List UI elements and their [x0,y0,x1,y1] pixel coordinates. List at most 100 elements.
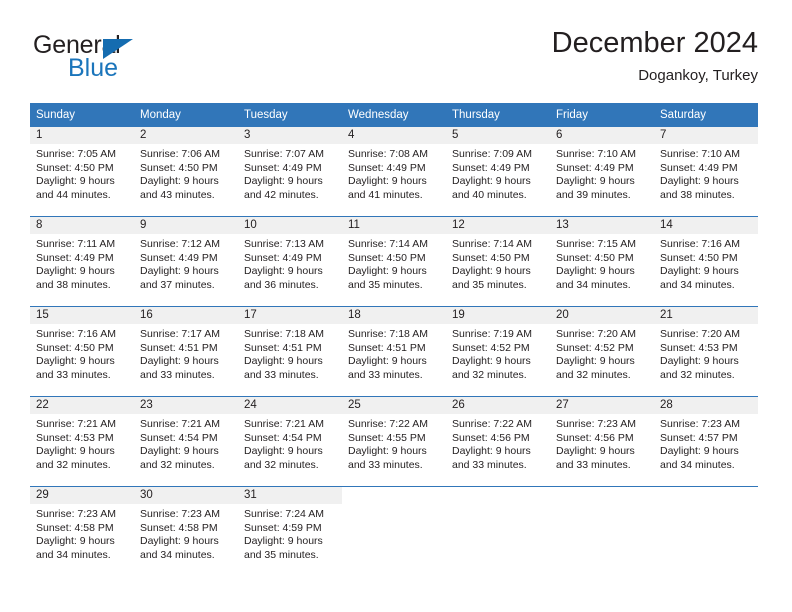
daylight-duration-line2: and 41 minutes. [348,188,423,201]
day-cell-content: 7 Sunrise: 7:10 AM Sunset: 4:49 PM Daylight… [654,127,758,216]
day-sun-info: Sunrise: 7:21 AM Sunset: 4:54 PM Daylight:… [134,414,238,472]
daylight-duration-line1: Daylight: 9 hours [556,175,635,188]
day-number: 21 [654,307,758,324]
calendar-day-cell[interactable]: 12 Sunrise: 7:14 AM Sunset: 4:50 PM Dayligh… [446,216,550,307]
day-number: 17 [238,307,342,324]
sunrise-time: Sunrise: 7:13 AM [244,238,324,250]
calendar-day-cell[interactable]: 2 Sunrise: 7:06 AM Sunset: 4:50 PM Daylight… [134,127,238,217]
weekday-header-sunday: Sunday [30,103,134,127]
day-sun-info: Sunrise: 7:22 AM Sunset: 4:56 PM Daylight:… [446,414,550,472]
calendar-page: General Blue December 2024 Dogankoy, Tur… [0,0,792,612]
calendar-day-cell[interactable]: 23 Sunrise: 7:21 AM Sunset: 4:54 PM Dayligh… [134,396,238,487]
sunset-time: Sunset: 4:53 PM [36,431,114,444]
day-sun-info: Sunrise: 7:07 AM Sunset: 4:49 PM Daylight:… [238,144,342,202]
daylight-duration-line2: and 33 minutes. [36,368,111,381]
sunset-time: Sunset: 4:49 PM [36,251,114,264]
general-blue-logo[interactable]: General Blue [33,32,213,90]
calendar-day-cell[interactable]: 7 Sunrise: 7:10 AM Sunset: 4:49 PM Daylight… [654,127,758,217]
sunset-time: Sunset: 4:50 PM [452,251,530,264]
day-number: 9 [134,217,238,234]
calendar-day-cell[interactable]: 17 Sunrise: 7:18 AM Sunset: 4:51 PM Dayligh… [238,306,342,397]
calendar-day-cell[interactable]: 15 Sunrise: 7:16 AM Sunset: 4:50 PM Dayligh… [30,306,134,397]
day-cell-content: 24 Sunrise: 7:21 AM Sunset: 4:54 PM Dayligh… [238,397,342,486]
calendar-day-cell[interactable]: 1 Sunrise: 7:05 AM Sunset: 4:50 PM Daylight… [30,127,134,217]
calendar-day-cell [446,486,550,576]
sunset-time: Sunset: 4:50 PM [140,161,218,174]
calendar-day-cell[interactable]: 25 Sunrise: 7:22 AM Sunset: 4:55 PM Dayligh… [342,396,446,487]
day-sun-info: Sunrise: 7:14 AM Sunset: 4:50 PM Daylight:… [446,234,550,292]
calendar-day-cell[interactable]: 10 Sunrise: 7:13 AM Sunset: 4:49 PM Dayligh… [238,216,342,307]
day-cell-content: 4 Sunrise: 7:08 AM Sunset: 4:49 PM Daylight… [342,127,446,216]
daylight-duration-line1: Daylight: 9 hours [36,445,115,458]
calendar-day-cell[interactable]: 29 Sunrise: 7:23 AM Sunset: 4:58 PM Dayligh… [30,486,134,576]
calendar-day-cell[interactable]: 13 Sunrise: 7:15 AM Sunset: 4:50 PM Dayligh… [550,216,654,307]
day-sun-info: Sunrise: 7:22 AM Sunset: 4:55 PM Daylight:… [342,414,446,472]
calendar-day-cell[interactable]: 3 Sunrise: 7:07 AM Sunset: 4:49 PM Daylight… [238,127,342,217]
day-cell-content: 21 Sunrise: 7:20 AM Sunset: 4:53 PM Dayligh… [654,307,758,396]
day-number: 25 [342,397,446,414]
calendar-day-cell[interactable]: 6 Sunrise: 7:10 AM Sunset: 4:49 PM Daylight… [550,127,654,217]
daylight-duration-line2: and 33 minutes. [348,458,423,471]
calendar-week-row: 8 Sunrise: 7:11 AM Sunset: 4:49 PM Daylight… [30,216,758,307]
calendar-day-cell[interactable]: 31 Sunrise: 7:24 AM Sunset: 4:59 PM Dayligh… [238,486,342,576]
day-number: 3 [238,127,342,144]
daylight-duration-line2: and 33 minutes. [556,458,631,471]
sunset-time: Sunset: 4:49 PM [244,251,322,264]
calendar-day-cell [342,486,446,576]
daylight-duration-line2: and 38 minutes. [660,188,735,201]
calendar-day-cell[interactable]: 9 Sunrise: 7:12 AM Sunset: 4:49 PM Daylight… [134,216,238,307]
day-number: 18 [342,307,446,324]
day-number: 28 [654,397,758,414]
sunset-time: Sunset: 4:56 PM [452,431,530,444]
day-sun-info: Sunrise: 7:24 AM Sunset: 4:59 PM Daylight:… [238,504,342,562]
daylight-duration-line1: Daylight: 9 hours [36,355,115,368]
calendar-day-cell[interactable]: 28 Sunrise: 7:23 AM Sunset: 4:57 PM Dayligh… [654,396,758,487]
calendar-day-cell[interactable]: 26 Sunrise: 7:22 AM Sunset: 4:56 PM Dayligh… [446,396,550,487]
weekday-header-wednesday: Wednesday [342,103,446,127]
daylight-duration-line1: Daylight: 9 hours [140,175,219,188]
day-cell-content: 16 Sunrise: 7:17 AM Sunset: 4:51 PM Dayligh… [134,307,238,396]
sunset-time: Sunset: 4:53 PM [660,341,738,354]
calendar-day-cell[interactable]: 22 Sunrise: 7:21 AM Sunset: 4:53 PM Dayligh… [30,396,134,487]
sunrise-time: Sunrise: 7:12 AM [140,238,220,250]
day-cell-content: 15 Sunrise: 7:16 AM Sunset: 4:50 PM Dayligh… [30,307,134,396]
day-sun-info: Sunrise: 7:17 AM Sunset: 4:51 PM Daylight:… [134,324,238,382]
calendar-day-cell[interactable]: 30 Sunrise: 7:23 AM Sunset: 4:58 PM Dayligh… [134,486,238,576]
daylight-duration-line2: and 32 minutes. [660,368,735,381]
daylight-duration-line2: and 33 minutes. [348,368,423,381]
calendar-day-cell[interactable]: 21 Sunrise: 7:20 AM Sunset: 4:53 PM Dayligh… [654,306,758,397]
day-sun-info: Sunrise: 7:08 AM Sunset: 4:49 PM Daylight:… [342,144,446,202]
calendar-day-cell[interactable]: 16 Sunrise: 7:17 AM Sunset: 4:51 PM Dayligh… [134,306,238,397]
day-number: 15 [30,307,134,324]
calendar-day-cell[interactable]: 20 Sunrise: 7:20 AM Sunset: 4:52 PM Dayligh… [550,306,654,397]
sunrise-time: Sunrise: 7:11 AM [36,238,116,250]
calendar-body: 1 Sunrise: 7:05 AM Sunset: 4:50 PM Daylight… [30,127,758,576]
calendar-day-cell[interactable]: 5 Sunrise: 7:09 AM Sunset: 4:49 PM Daylight… [446,127,550,217]
sunset-time: Sunset: 4:59 PM [244,521,322,534]
day-number: 11 [342,217,446,234]
weekday-header-saturday: Saturday [654,103,758,127]
sunrise-time: Sunrise: 7:23 AM [556,418,636,430]
sunrise-time: Sunrise: 7:24 AM [244,508,324,520]
sunset-time: Sunset: 4:50 PM [36,341,114,354]
calendar-day-cell[interactable]: 14 Sunrise: 7:16 AM Sunset: 4:50 PM Dayligh… [654,216,758,307]
daylight-duration-line2: and 33 minutes. [140,368,215,381]
calendar-day-cell[interactable]: 19 Sunrise: 7:19 AM Sunset: 4:52 PM Dayligh… [446,306,550,397]
day-cell-content: 1 Sunrise: 7:05 AM Sunset: 4:50 PM Daylight… [30,127,134,216]
calendar-day-cell[interactable]: 4 Sunrise: 7:08 AM Sunset: 4:49 PM Daylight… [342,127,446,217]
day-sun-info: Sunrise: 7:06 AM Sunset: 4:50 PM Daylight:… [134,144,238,202]
calendar-day-cell[interactable]: 18 Sunrise: 7:18 AM Sunset: 4:51 PM Dayligh… [342,306,446,397]
calendar-week-row: 22 Sunrise: 7:21 AM Sunset: 4:53 PM Dayligh… [30,396,758,487]
calendar-day-cell[interactable]: 27 Sunrise: 7:23 AM Sunset: 4:56 PM Dayligh… [550,396,654,487]
day-cell-content: 29 Sunrise: 7:23 AM Sunset: 4:58 PM Dayligh… [30,487,134,576]
daylight-duration-line1: Daylight: 9 hours [660,175,739,188]
calendar-day-cell[interactable]: 11 Sunrise: 7:14 AM Sunset: 4:50 PM Dayligh… [342,216,446,307]
day-number: 1 [30,127,134,144]
daylight-duration-line1: Daylight: 9 hours [660,445,739,458]
day-cell-content: 6 Sunrise: 7:10 AM Sunset: 4:49 PM Daylight… [550,127,654,216]
day-number: 16 [134,307,238,324]
calendar-day-cell[interactable]: 24 Sunrise: 7:21 AM Sunset: 4:54 PM Dayligh… [238,396,342,487]
day-cell-content: 26 Sunrise: 7:22 AM Sunset: 4:56 PM Dayligh… [446,397,550,486]
day-number: 13 [550,217,654,234]
calendar-day-cell[interactable]: 8 Sunrise: 7:11 AM Sunset: 4:49 PM Daylight… [30,216,134,307]
